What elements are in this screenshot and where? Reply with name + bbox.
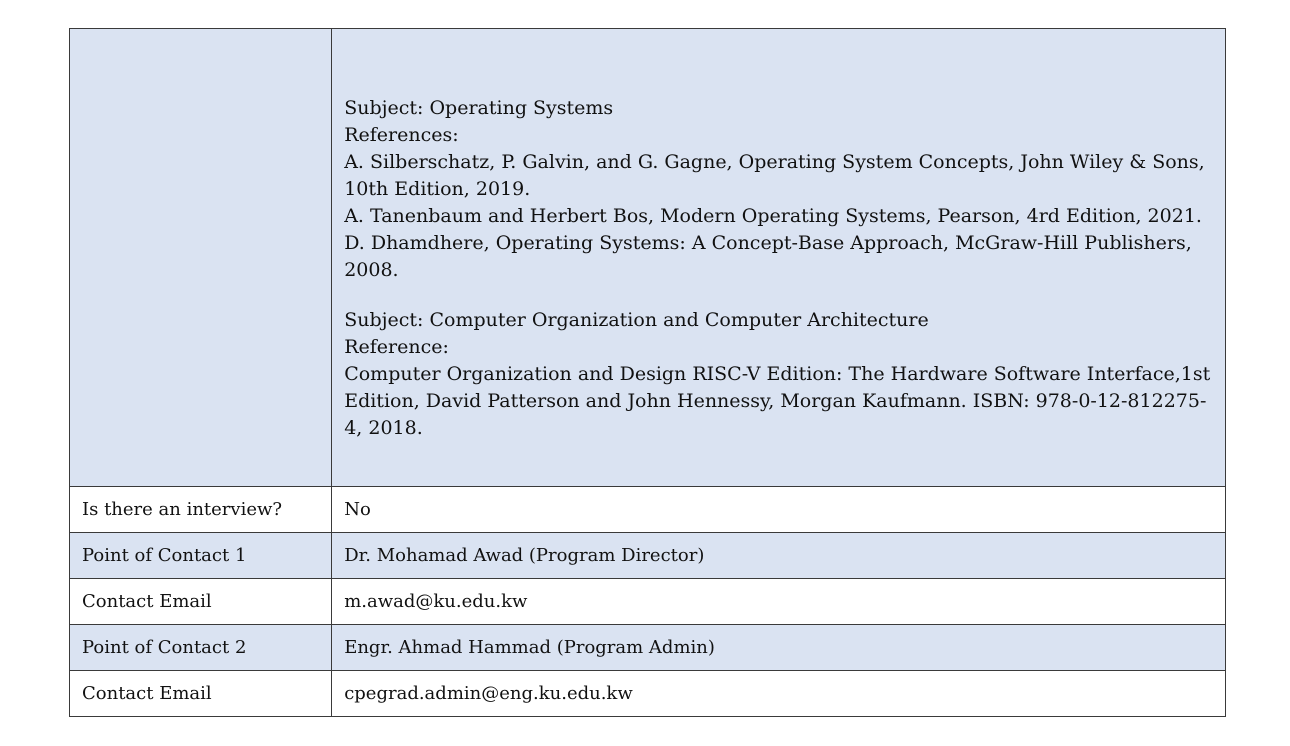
row-label: Point of Contact 1 <box>68 532 333 579</box>
references-heading: References: <box>344 124 459 146</box>
row-label: Contact Email <box>68 578 333 625</box>
info-table: Subject: Operating Systems References: A… <box>68 28 1226 717</box>
subject-heading: Subject: Operating Systems <box>344 97 614 119</box>
references-value-cell: Subject: Operating Systems References: A… <box>331 28 1226 487</box>
subject-heading: Subject: Computer Organization and Compu… <box>344 309 929 331</box>
row-label: Contact Email <box>68 670 333 717</box>
reference-entry: A. Tanenbaum and Herbert Bos, Modern Ope… <box>344 205 1202 227</box>
row-value: cpegrad.admin@eng.ku.edu.kw <box>331 670 1226 717</box>
table-row: Contact Email m.awad@ku.edu.kw <box>68 578 1226 625</box>
reference-entry: D. Dhamdhere, Operating Systems: A Conce… <box>344 232 1192 281</box>
reference-entry: A. Silberschatz, P. Galvin, and G. Gagne… <box>344 151 1205 200</box>
table-row: Point of Contact 1 Dr. Mohamad Awad (Pro… <box>68 532 1226 579</box>
references-label-cell <box>68 28 333 487</box>
table-row: Point of Contact 2 Engr. Ahmad Hammad (P… <box>68 624 1226 671</box>
references-heading: Reference: <box>344 336 449 358</box>
row-label: Point of Contact 2 <box>68 624 333 671</box>
reference-entry: Computer Organization and Design RISC-V … <box>344 363 1211 439</box>
row-value: Dr. Mohamad Awad (Program Director) <box>331 532 1226 579</box>
table-row: Contact Email cpegrad.admin@eng.ku.edu.k… <box>68 670 1226 717</box>
table-row: Is there an interview? No <box>68 486 1226 533</box>
row-value: Engr. Ahmad Hammad (Program Admin) <box>331 624 1226 671</box>
references-row: Subject: Operating Systems References: A… <box>68 28 1226 487</box>
references-block: Subject: Operating Systems References: A… <box>344 73 1213 442</box>
row-label: Is there an interview? <box>68 486 333 533</box>
row-value: m.awad@ku.edu.kw <box>331 578 1226 625</box>
row-value: No <box>331 486 1226 533</box>
